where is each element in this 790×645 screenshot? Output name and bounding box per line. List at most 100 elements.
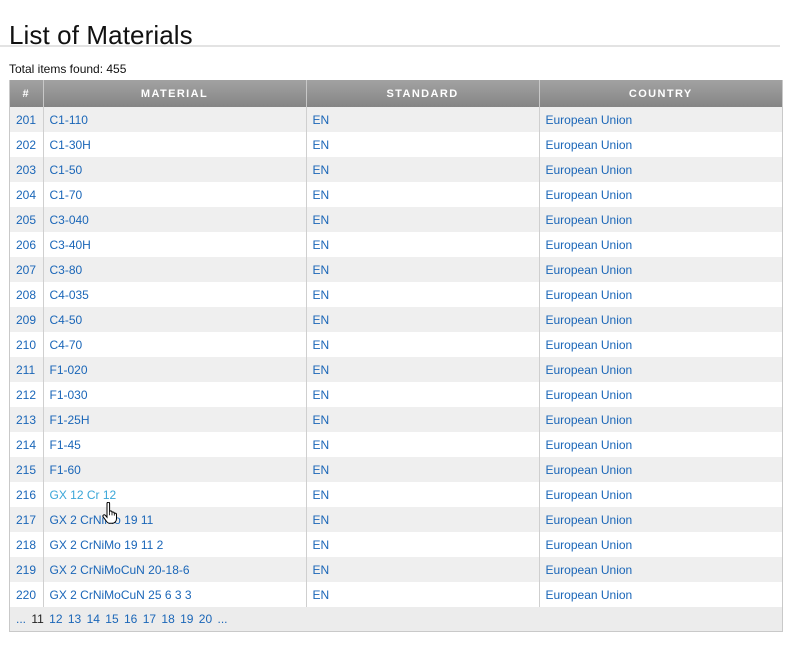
country-link[interactable]: European Union (546, 413, 633, 427)
country-link[interactable]: European Union (546, 388, 633, 402)
pager-page-link[interactable]: 20 (199, 612, 212, 626)
country-link[interactable]: European Union (546, 313, 633, 327)
standard-link[interactable]: EN (313, 338, 330, 352)
table-row[interactable]: 211 F1-020 EN European Union (10, 357, 782, 382)
table-row[interactable]: 201 C1-110 EN European Union (10, 107, 782, 132)
table-row[interactable]: 206 C3-40H EN European Union (10, 232, 782, 257)
row-number-link[interactable]: 202 (16, 138, 36, 152)
material-link[interactable]: C3-80 (50, 263, 83, 277)
table-row[interactable]: 203 C1-50 EN European Union (10, 157, 782, 182)
material-link[interactable]: F1-45 (50, 438, 81, 452)
row-number-link[interactable]: 215 (16, 463, 36, 477)
table-row[interactable]: 216 GX 12 Cr 12 EN European Union (10, 482, 782, 507)
standard-link[interactable]: EN (313, 288, 330, 302)
standard-link[interactable]: EN (313, 138, 330, 152)
country-link[interactable]: European Union (546, 113, 633, 127)
row-number-link[interactable]: 219 (16, 563, 36, 577)
column-header-country[interactable]: COUNTRY (539, 80, 782, 107)
country-link[interactable]: European Union (546, 288, 633, 302)
standard-link[interactable]: EN (313, 313, 330, 327)
standard-link[interactable]: EN (313, 438, 330, 452)
material-link[interactable]: F1-60 (50, 463, 81, 477)
standard-link[interactable]: EN (313, 488, 330, 502)
standard-link[interactable]: EN (313, 163, 330, 177)
pager-page-link[interactable]: 16 (124, 612, 137, 626)
pager-page-link[interactable]: 13 (68, 612, 81, 626)
material-link[interactable]: C3-40H (50, 238, 91, 252)
country-link[interactable]: European Union (546, 538, 633, 552)
country-link[interactable]: European Union (546, 188, 633, 202)
material-link[interactable]: F1-020 (50, 363, 88, 377)
standard-link[interactable]: EN (313, 413, 330, 427)
pager-page-link[interactable]: 15 (105, 612, 118, 626)
row-number-link[interactable]: 206 (16, 238, 36, 252)
pager-page-link[interactable]: 18 (161, 612, 174, 626)
country-link[interactable]: European Union (546, 263, 633, 277)
pager-page-link[interactable]: 12 (49, 612, 62, 626)
material-link[interactable]: C4-70 (50, 338, 83, 352)
row-number-link[interactable]: 204 (16, 188, 36, 202)
row-number-link[interactable]: 213 (16, 413, 36, 427)
country-link[interactable]: European Union (546, 513, 633, 527)
row-number-link[interactable]: 212 (16, 388, 36, 402)
table-row[interactable]: 219 GX 2 CrNiMoCuN 20-18-6 EN European Unio… (10, 557, 782, 582)
standard-link[interactable]: EN (313, 238, 330, 252)
standard-link[interactable]: EN (313, 563, 330, 577)
table-row[interactable]: 207 C3-80 EN European Union (10, 257, 782, 282)
material-link[interactable]: GX 12 Cr 12 (50, 488, 117, 502)
row-number-link[interactable]: 209 (16, 313, 36, 327)
standard-link[interactable]: EN (313, 538, 330, 552)
row-number-link[interactable]: 205 (16, 213, 36, 227)
standard-link[interactable]: EN (313, 263, 330, 277)
column-header-standard[interactable]: STANDARD (306, 80, 540, 107)
row-number-link[interactable]: 220 (16, 588, 36, 602)
standard-link[interactable]: EN (313, 363, 330, 377)
row-number-link[interactable]: 207 (16, 263, 36, 277)
material-link[interactable]: F1-030 (50, 388, 88, 402)
material-link[interactable]: C4-035 (50, 288, 89, 302)
country-link[interactable]: European Union (546, 563, 633, 577)
material-link[interactable]: C1-50 (50, 163, 83, 177)
country-link[interactable]: European Union (546, 588, 633, 602)
row-number-link[interactable]: 214 (16, 438, 36, 452)
material-link[interactable]: C1-30H (50, 138, 91, 152)
pager-page-link[interactable]: 19 (180, 612, 193, 626)
country-link[interactable]: European Union (546, 213, 633, 227)
material-link[interactable]: GX 2 CrNiMo 19 11 2 (50, 538, 164, 552)
pager-page-link[interactable]: 17 (143, 612, 156, 626)
table-row[interactable]: 214 F1-45 EN European Union (10, 432, 782, 457)
row-number-link[interactable]: 217 (16, 513, 36, 527)
country-link[interactable]: European Union (546, 163, 633, 177)
table-row[interactable]: 205 C3-040 EN European Union (10, 207, 782, 232)
country-link[interactable]: European Union (546, 438, 633, 452)
table-row[interactable]: 213 F1-25H EN European Union (10, 407, 782, 432)
table-row[interactable]: 212 F1-030 EN European Union (10, 382, 782, 407)
country-link[interactable]: European Union (546, 238, 633, 252)
material-link[interactable]: GX 2 CrNiMoCuN 20-18-6 (50, 563, 190, 577)
pager-next-link[interactable]: ... (218, 612, 228, 626)
table-row[interactable]: 208 C4-035 EN European Union (10, 282, 782, 307)
table-row[interactable]: 220 GX 2 CrNiMoCuN 25 6 3 3 EN European Uni… (10, 582, 782, 607)
row-number-link[interactable]: 203 (16, 163, 36, 177)
country-link[interactable]: European Union (546, 363, 633, 377)
row-number-link[interactable]: 201 (16, 113, 36, 127)
table-row[interactable]: 202 C1-30H EN European Union (10, 132, 782, 157)
column-header-material[interactable]: MATERIAL (43, 80, 307, 107)
table-row[interactable]: 209 C4-50 EN European Union (10, 307, 782, 332)
standard-link[interactable]: EN (313, 113, 330, 127)
country-link[interactable]: European Union (546, 488, 633, 502)
material-link[interactable]: F1-25H (50, 413, 90, 427)
standard-link[interactable]: EN (313, 388, 330, 402)
table-row[interactable]: 204 C1-70 EN European Union (10, 182, 782, 207)
table-row[interactable]: 215 F1-60 EN European Union (10, 457, 782, 482)
material-link[interactable]: C1-110 (50, 113, 88, 127)
row-number-link[interactable]: 211 (16, 363, 35, 377)
pager-page-link[interactable]: 14 (87, 612, 100, 626)
standard-link[interactable]: EN (313, 463, 330, 477)
table-row[interactable]: 210 C4-70 EN European Union (10, 332, 782, 357)
material-link[interactable]: C3-040 (50, 213, 89, 227)
material-link[interactable]: C1-70 (50, 188, 83, 202)
row-number-link[interactable]: 216 (16, 488, 36, 502)
standard-link[interactable]: EN (313, 588, 330, 602)
material-link[interactable]: GX 2 CrNiMoCuN 25 6 3 3 (50, 588, 192, 602)
